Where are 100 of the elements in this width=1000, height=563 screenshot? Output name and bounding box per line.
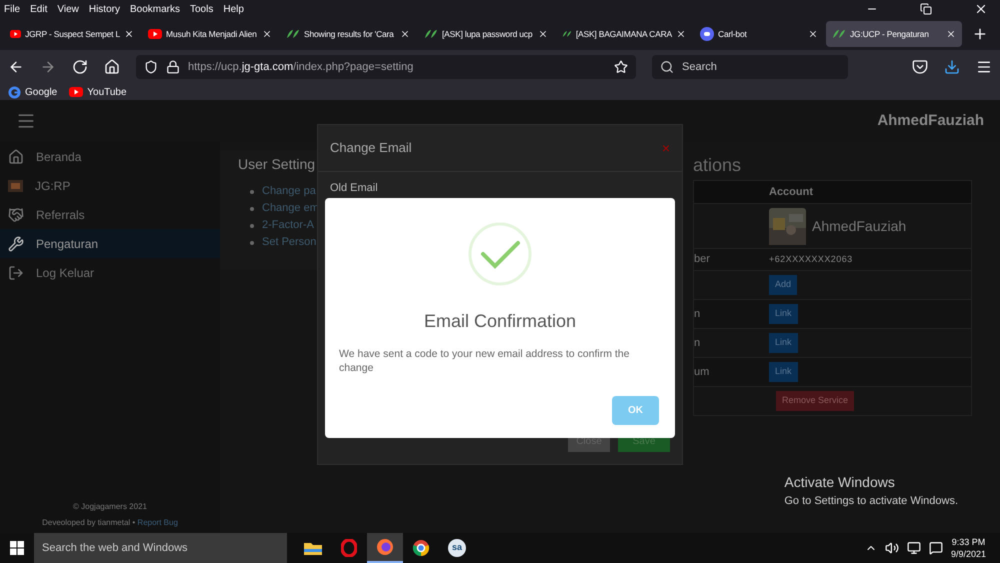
tab-title: Showing results for 'Cara — [304, 28, 395, 40]
close-icon[interactable] — [262, 29, 272, 39]
google-icon — [8, 86, 21, 98]
activation-text: Go to Settings to activate Windows. — [784, 494, 958, 508]
new-tab-icon[interactable] — [972, 26, 988, 42]
tab-title: JG:UCP - Pengaturan — [850, 28, 930, 40]
browser-tab[interactable]: JGRP - Suspect Sempet L — [4, 21, 140, 47]
menu-icon[interactable] — [976, 59, 992, 75]
logo-icon — [8, 180, 23, 192]
handshake-icon — [8, 206, 24, 222]
close-icon[interactable] — [946, 29, 956, 39]
app-icon: sa — [448, 539, 466, 557]
tab-title: JGRP - Suspect Sempet L — [25, 28, 120, 40]
section-title: User Setting — [238, 155, 316, 174]
browser-tab[interactable]: Musuh Kita Menjadi Alien — [142, 21, 278, 47]
field-label: Old Email — [330, 182, 378, 194]
tab-title: Carl-bot — [718, 28, 748, 40]
windows-icon[interactable] — [10, 541, 24, 555]
lock-icon — [166, 60, 180, 74]
back-icon[interactable] — [8, 59, 24, 75]
bullet-icon — [250, 240, 254, 244]
credit-text: Deveoloped by tianmetal • Report Bug — [42, 517, 178, 529]
alert-message: We have sent a code to your new email address to confirm the change — [339, 347, 630, 375]
row-label: ber — [694, 253, 710, 266]
home-icon[interactable] — [104, 59, 120, 75]
folder-icon — [304, 541, 322, 555]
close-icon[interactable] — [400, 29, 410, 39]
leaf-icon — [286, 29, 300, 39]
browser-tab[interactable]: [ASK] BAGAIMANA CARA — [556, 21, 692, 47]
sidebar-item[interactable]: Beranda — [0, 142, 220, 171]
column-header: Account — [769, 184, 813, 200]
bookmark[interactable]: Google — [8, 84, 58, 100]
success-check-icon — [468, 222, 532, 286]
logout-icon — [8, 264, 24, 280]
browser-tab[interactable]: JG:UCP - Pengaturan — [826, 21, 962, 47]
restore-icon[interactable] — [920, 3, 932, 15]
modal-title: Change Email — [330, 139, 412, 158]
close-icon[interactable] — [808, 29, 818, 39]
close-icon[interactable] — [538, 29, 548, 39]
volume-icon[interactable] — [884, 541, 899, 555]
play-icon — [10, 29, 22, 39]
sidebar-item[interactable]: Referrals — [0, 200, 220, 229]
alert-title: Email Confirmation — [424, 310, 576, 333]
sidebar-item[interactable]: Pengaturan — [0, 229, 220, 258]
taskbar-app[interactable]: sa — [439, 533, 475, 563]
search-icon — [660, 60, 674, 74]
sidebar-item[interactable]: Log Keluar — [0, 258, 220, 287]
leaf-icon — [562, 29, 572, 39]
leaf-icon — [424, 29, 438, 39]
row-label: um — [694, 366, 710, 378]
activation-title: Activate Windows — [784, 472, 896, 492]
close-icon[interactable] — [974, 2, 988, 16]
pocket-icon[interactable] — [912, 59, 928, 75]
tab-title: [ASK] BAGAIMANA CARA — [576, 28, 672, 40]
home-icon — [8, 148, 24, 164]
browser-tab[interactable]: [ASK] lupa password ucp — [418, 21, 554, 47]
sidebar-item[interactable]: JG:RP — [0, 171, 220, 200]
reload-icon[interactable] — [72, 59, 88, 75]
leaf-icon — [832, 29, 846, 39]
username: AhmedFauziah — [877, 110, 984, 131]
play-icon — [148, 29, 162, 39]
tab-title: [ASK] lupa password ucp — [442, 28, 534, 40]
close-icon[interactable] — [676, 29, 686, 39]
tab-title: Musuh Kita Menjadi Alien — [166, 28, 258, 40]
chrome-icon — [412, 539, 430, 557]
play-icon — [69, 87, 84, 97]
phone-number: +62XXXXXXX2063 — [769, 252, 853, 266]
url-text: https://ucp.jg-gta.com/index.php?page=setting — [188, 60, 414, 75]
bookmark-star-icon[interactable] — [614, 60, 628, 74]
account-name: AhmedFauziah — [812, 216, 906, 236]
bullet-icon — [250, 190, 254, 194]
search-field[interactable]: Search — [652, 55, 848, 79]
menu-item[interactable]: View — [57, 2, 79, 16]
section-title: ations — [693, 154, 742, 177]
bookmark[interactable]: YouTube — [69, 84, 127, 100]
menu-item[interactable]: File — [4, 2, 20, 16]
row-label: n — [694, 336, 700, 349]
download-icon[interactable] — [944, 59, 960, 75]
copyright-text: © Jogjagamers 2021 — [73, 501, 147, 513]
menu-item[interactable]: History — [88, 2, 120, 16]
browser-tab[interactable]: Carl-bot — [694, 21, 824, 47]
bullet-icon — [250, 224, 254, 228]
browser-tab[interactable]: Showing results for 'Cara — [280, 21, 416, 47]
taskbar-search-field[interactable]: Search the web and Windows — [34, 533, 287, 563]
menu-item[interactable]: Help — [223, 2, 244, 16]
notification-icon[interactable] — [928, 541, 943, 555]
clock-time: 9:33 PM — [952, 536, 986, 548]
row-label: n — [694, 308, 700, 320]
opera-icon — [341, 539, 357, 557]
network-icon[interactable] — [906, 541, 921, 555]
forward-icon[interactable] — [40, 59, 56, 75]
menu-item[interactable]: Edit — [30, 2, 48, 16]
shield-icon — [144, 60, 158, 74]
bullet-icon — [250, 206, 254, 210]
tools-icon — [8, 236, 24, 252]
menu-item[interactable]: Tools — [190, 2, 214, 16]
close-icon[interactable] — [124, 29, 134, 39]
clock-date: 9/9/2021 — [950, 548, 986, 560]
address-bar[interactable]: https://ucp.jg-gta.com/index.php?page=setting — [136, 55, 636, 79]
menu-item[interactable]: Bookmarks — [130, 2, 180, 16]
